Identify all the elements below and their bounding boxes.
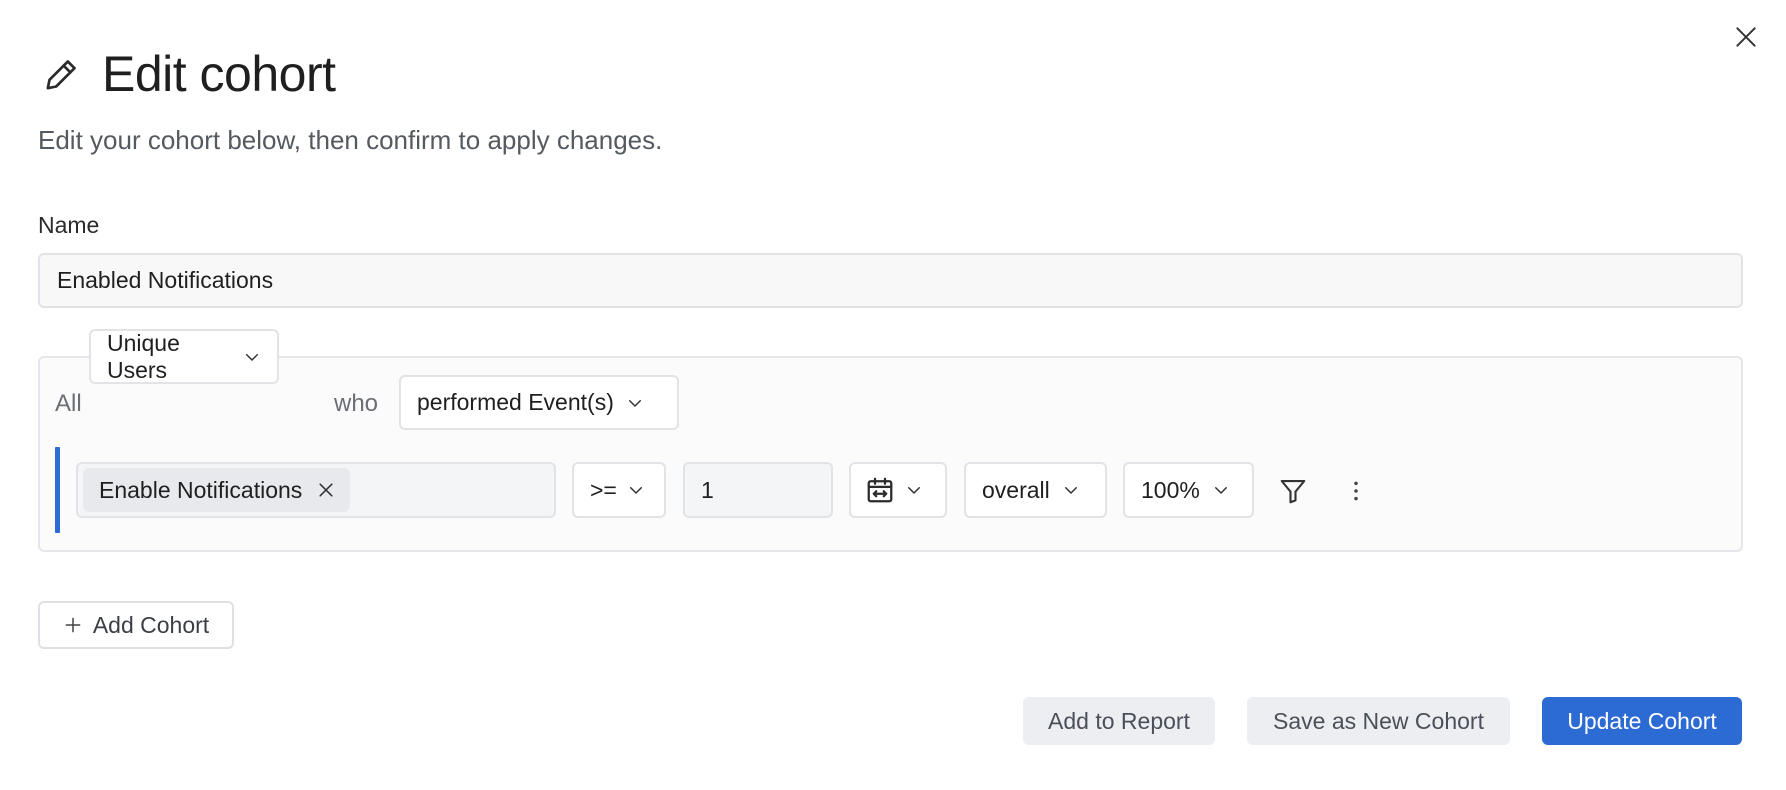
plus-icon (65, 617, 81, 633)
users-dropdown-value: Unique Users (107, 329, 180, 383)
chevron-down-icon (1214, 487, 1227, 494)
condition-accent-bar (55, 447, 60, 533)
all-label: All (55, 390, 82, 417)
chevron-down-icon (246, 353, 258, 361)
percent-dropdown[interactable]: 100% (1123, 462, 1254, 518)
users-dropdown[interactable]: Unique Users (89, 329, 279, 384)
remove-chip-icon[interactable] (316, 480, 336, 500)
cohort-definition-panel (38, 356, 1743, 552)
action-dropdown-value: performed Event(s) (417, 389, 614, 415)
operator-dropdown[interactable]: >= (572, 462, 666, 518)
more-vertical-icon (1354, 481, 1358, 501)
name-input[interactable] (38, 253, 1743, 308)
action-dropdown[interactable]: performed Event(s) (399, 375, 679, 430)
filter-button[interactable] (1276, 474, 1310, 508)
add-to-report-button[interactable]: Add to Report (1023, 697, 1215, 745)
add-cohort-button[interactable]: Add Cohort (38, 601, 234, 649)
name-label: Name (38, 212, 100, 238)
dialog-header: Edit cohort (42, 44, 336, 104)
scope-value: overall (982, 476, 1050, 503)
scope-dropdown[interactable]: overall (964, 462, 1107, 518)
chevron-down-icon (908, 487, 920, 494)
calendar-icon (867, 477, 893, 503)
event-chip-label: Enable Notifications (99, 476, 303, 503)
close-button[interactable] (1731, 22, 1761, 52)
count-input[interactable] (683, 462, 833, 518)
who-label: who (334, 390, 379, 417)
chevron-down-icon (628, 399, 641, 407)
operator-value: >= (590, 476, 617, 503)
close-icon (1736, 27, 1756, 47)
dialog-subtitle: Edit your cohort below, then confirm to … (38, 125, 663, 155)
date-range-dropdown[interactable] (849, 462, 947, 518)
chevron-down-icon (629, 487, 642, 494)
chevron-down-icon (1064, 487, 1077, 494)
percent-value: 100% (1141, 476, 1200, 503)
event-selector[interactable]: Enable Notifications (76, 462, 556, 518)
filter-icon (1280, 479, 1306, 504)
page-title: Edit cohort (102, 46, 336, 102)
update-cohort-button[interactable]: Update Cohort (1542, 697, 1742, 745)
more-options-button[interactable] (1343, 474, 1369, 508)
add-cohort-label: Add Cohort (92, 611, 210, 638)
event-chip: Enable Notifications (83, 468, 351, 512)
pencil-icon (46, 60, 76, 90)
save-as-new-cohort-button[interactable]: Save as New Cohort (1247, 697, 1510, 745)
